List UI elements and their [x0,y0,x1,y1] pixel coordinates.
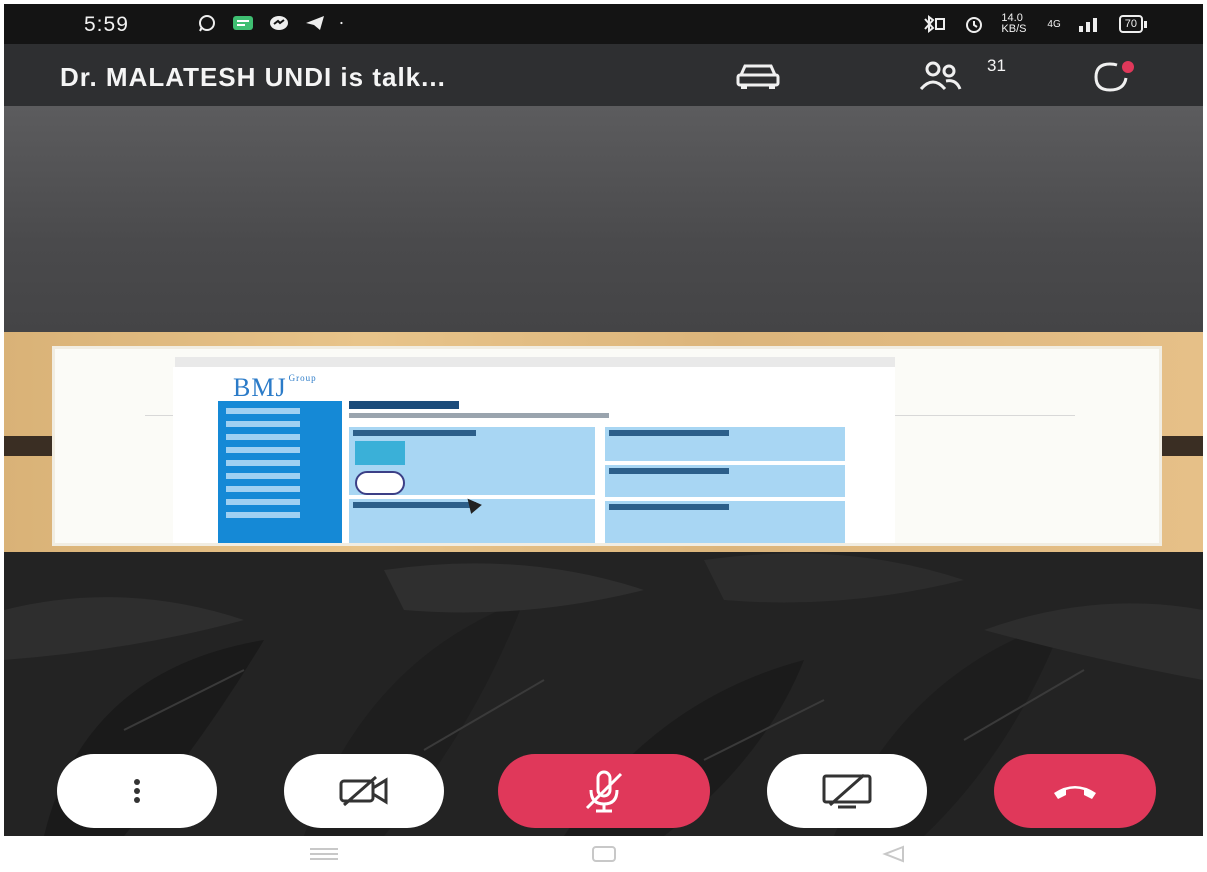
participant-count: 31 [987,56,1006,75]
system-icons: 14.0 KB/S 4G 70 [921,12,1148,35]
message-icon [233,16,253,30]
mute-button[interactable] [498,754,710,828]
status-bar: 5:59 14.0 KB/S 4G 70 [4,4,1203,44]
shared-featured-box [349,427,595,495]
recents-button[interactable] [294,842,354,866]
shared-page-title [349,401,459,409]
notification-icons [196,14,348,32]
alarm-icon [966,17,983,33]
call-title: Dr. MALATESH UNDI is talk... [60,62,446,92]
call-screen: 5:59 14.0 KB/S 4G 70 Dr. MALATESH UNDI i… [4,4,1203,836]
video-off-icon [339,775,388,807]
end-call-button[interactable] [994,754,1156,828]
status-time: 5:59 [84,13,129,36]
shared-sidebar [218,401,342,543]
battery-indicator: 70 [1118,15,1148,33]
bmj-logo-sub: Group [288,373,317,383]
whatsapp-icon [199,15,215,32]
more-vert-icon [134,779,140,803]
more-options-button[interactable] [57,754,217,828]
mic-off-icon [585,770,623,813]
home-button[interactable] [574,842,634,866]
network-speed: 14.0 KB/S [1001,12,1027,35]
shared-page-subtitle [349,413,609,418]
shared-screen: BMJ Group [52,346,1162,546]
bmj-logo: BMJ Group [233,373,317,403]
bluetooth-vibrate-icon [924,15,946,33]
chat-button[interactable] [1090,56,1138,96]
dot-icon [340,21,343,25]
call-end-icon [1054,786,1096,799]
screen-share-button[interactable] [767,754,927,828]
shared-browser-bar [175,357,895,367]
car-icon [736,64,780,89]
home-square-icon [592,846,616,862]
messenger-icon [270,16,288,30]
back-button[interactable] [864,842,924,866]
video-background-top [4,106,1203,334]
back-triangle-icon [882,845,904,863]
signal-label: 4G [1047,18,1061,30]
shared-resources-box [605,501,845,543]
signal-icon [1078,18,1097,32]
participants-icon [919,61,962,91]
telegram-icon [306,16,324,30]
chat-icon [1094,61,1134,92]
call-controls [4,754,1203,834]
shared-archive-box [605,465,845,497]
car-mode-button[interactable] [734,56,782,96]
call-header: Dr. MALATESH UNDI is talk... 31 [4,44,1203,106]
bmj-logo-text: BMJ [233,373,287,402]
screen-share-off-icon [822,773,872,809]
camera-toggle-button[interactable] [284,754,444,828]
participants-button[interactable] [917,56,965,96]
shared-journal-box [605,427,845,461]
shared-web-page: BMJ Group [173,367,895,543]
menu-lines-icon [310,848,338,860]
system-navigation-bar [0,836,1207,872]
